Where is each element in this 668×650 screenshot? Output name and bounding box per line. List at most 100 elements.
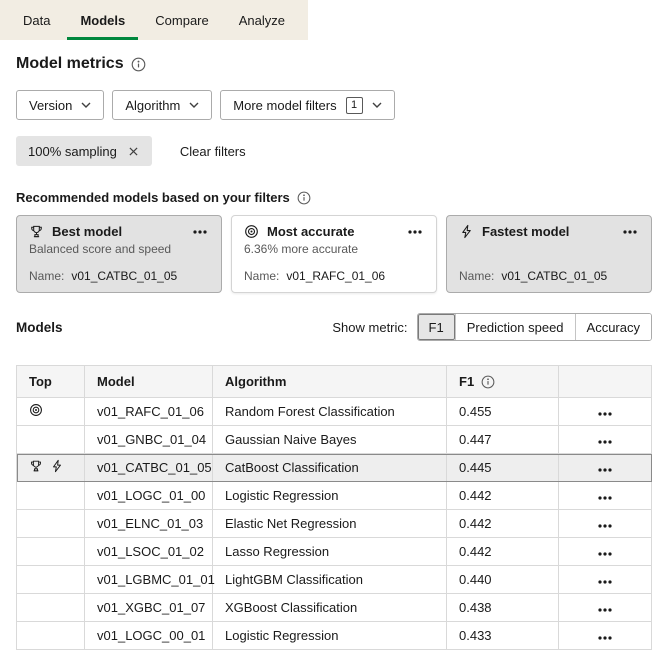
version-filter-label: Version [29,98,72,113]
model-name-value: v01_CATBC_01_05 [501,269,607,283]
chevron-down-icon [372,102,382,108]
cell-f1: 0.455 [447,398,559,426]
trophy-icon [29,459,43,473]
tab-compare[interactable]: Compare [140,0,223,40]
version-filter-button[interactable]: Version [16,90,104,120]
cell-top [17,426,85,454]
cell-top [17,510,85,538]
row-menu-button[interactable] [596,409,614,419]
row-menu-button[interactable] [596,549,614,559]
ellipsis-icon [598,468,612,472]
metric-option-prediction-speed[interactable]: Prediction speed [455,314,575,340]
card-subtitle: 6.36% more accurate [244,242,424,256]
cell-f1: 0.447 [447,426,559,454]
cell-model: v01_ELNC_01_03 [85,510,213,538]
recommended-heading-row: Recommended models based on your filters [16,190,652,205]
table-row[interactable]: v01_ELNC_01_03 Elastic Net Regression 0.… [17,510,652,538]
f1-header-label: F1 [459,374,474,389]
info-icon[interactable] [297,191,311,205]
table-header-row: Top Model Algorithm F1 [17,366,652,398]
column-header-algorithm[interactable]: Algorithm [213,366,447,398]
sampling-filter-chip[interactable]: 100% sampling [16,136,152,166]
top-tab-bar: Data Models Compare Analyze [0,0,668,40]
tab-data[interactable]: Data [8,0,65,40]
table-row[interactable]: v01_GNBC_01_04 Gaussian Naive Bayes 0.44… [17,426,652,454]
cell-actions [559,398,652,426]
ellipsis-icon [598,552,612,556]
column-header-top[interactable]: Top [17,366,85,398]
best-model-card[interactable]: Best model Balanced score and speed Name… [16,215,222,293]
algorithm-filter-button[interactable]: Algorithm [112,90,212,120]
models-header-row: Models Show metric: F1 Prediction speed … [16,313,652,341]
row-menu-button[interactable] [596,521,614,531]
cell-algorithm: Elastic Net Regression [213,510,447,538]
cell-f1: 0.440 [447,566,559,594]
cell-actions [559,622,652,650]
metric-option-f1[interactable]: F1 [418,314,455,340]
main-content: Model metrics Version Algorithm More mod… [0,55,668,650]
card-menu-button[interactable] [621,227,639,237]
table-row[interactable]: v01_LSOC_01_02 Lasso Regression 0.442 [17,538,652,566]
close-icon[interactable] [127,145,140,158]
sampling-chip-label: 100% sampling [28,144,117,159]
fastest-model-card[interactable]: Fastest model Name: v01_CATBC_01_05 [446,215,652,293]
cell-actions [559,594,652,622]
ellipsis-icon [598,608,612,612]
row-menu-button[interactable] [596,493,614,503]
filter-row: Version Algorithm More model filters 1 [16,90,652,120]
more-model-filters-button[interactable]: More model filters 1 [220,90,394,120]
metric-segmented-control: F1 Prediction speed Accuracy [417,313,652,341]
target-icon [244,224,259,239]
metric-option-accuracy[interactable]: Accuracy [575,314,651,340]
table-row[interactable]: v01_LOGC_00_01 Logistic Regression 0.433 [17,622,652,650]
trophy-icon [29,224,44,239]
cell-top [17,566,85,594]
cell-actions [559,482,652,510]
cell-actions [559,510,652,538]
metric-switch: Show metric: F1 Prediction speed Accurac… [332,313,652,341]
chevron-down-icon [189,102,199,108]
cell-f1: 0.445 [447,454,559,482]
tab-analyze[interactable]: Analyze [224,0,300,40]
model-name-value: v01_CATBC_01_05 [71,269,177,283]
column-header-actions [559,366,652,398]
tab-models[interactable]: Models [65,0,140,40]
column-header-f1[interactable]: F1 [447,366,559,398]
most-accurate-card[interactable]: Most accurate 6.36% more accurate Name: … [231,215,437,293]
table-row-selected[interactable]: v01_CATBC_01_05 CatBoost Classification … [17,454,652,482]
table-row[interactable]: v01_LGBMC_01_01 LightGBM Classification … [17,566,652,594]
cell-algorithm: LightGBM Classification [213,566,447,594]
ellipsis-icon [598,580,612,584]
card-header: Best model [29,224,209,239]
card-menu-button[interactable] [406,227,424,237]
table-row[interactable]: v01_RAFC_01_06 Random Forest Classificat… [17,398,652,426]
table-row[interactable]: v01_XGBC_01_07 XGBoost Classification 0.… [17,594,652,622]
clear-filters-button[interactable]: Clear filters [180,144,246,159]
card-header: Fastest model [459,224,639,239]
cell-top [17,538,85,566]
name-label: Name: [459,269,494,283]
cell-algorithm: Lasso Regression [213,538,447,566]
lightning-icon [50,459,64,473]
tab-label: Data [23,13,50,28]
table-row[interactable]: v01_LOGC_01_00 Logistic Regression 0.442 [17,482,652,510]
row-menu-button[interactable] [596,605,614,615]
row-menu-button[interactable] [596,633,614,643]
cell-top [17,622,85,650]
info-icon[interactable] [481,375,495,389]
cell-actions [559,454,652,482]
card-title: Fastest model [482,224,569,239]
card-menu-button[interactable] [191,227,209,237]
info-icon[interactable] [131,57,146,72]
row-menu-button[interactable] [596,465,614,475]
cell-actions [559,566,652,594]
ellipsis-icon [598,412,612,416]
cell-algorithm: Gaussian Naive Bayes [213,426,447,454]
cell-f1: 0.433 [447,622,559,650]
card-title: Most accurate [267,224,354,239]
cell-model: v01_CATBC_01_05 [85,454,213,482]
row-menu-button[interactable] [596,437,614,447]
row-menu-button[interactable] [596,577,614,587]
cell-top [17,482,85,510]
column-header-model[interactable]: Model [85,366,213,398]
